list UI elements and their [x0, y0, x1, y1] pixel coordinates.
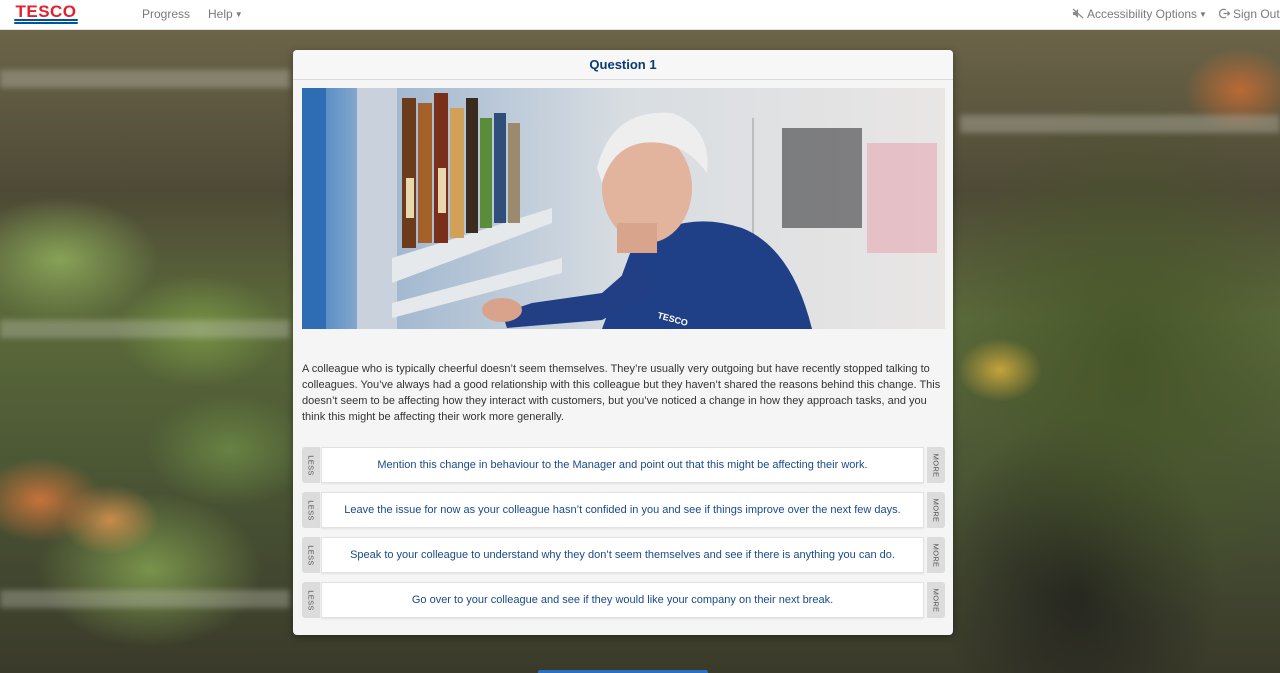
- answer-option: LESS Mention this change in behaviour to…: [302, 447, 945, 483]
- more-button[interactable]: MORE: [927, 447, 945, 483]
- more-label: MORE: [931, 453, 941, 477]
- answer-option-card[interactable]: Speak to your colleague to understand wh…: [321, 537, 924, 573]
- sign-out-icon: [1218, 8, 1231, 19]
- question-title: Question 1: [589, 57, 657, 72]
- sign-out-link[interactable]: Sign Out: [1218, 7, 1280, 21]
- scenario-photo: TESCO: [302, 88, 945, 329]
- less-button[interactable]: LESS: [302, 492, 320, 528]
- accessibility-options-dropdown[interactable]: Accessibility Options ▼: [1072, 7, 1207, 21]
- nav-help-label: Help: [208, 7, 233, 21]
- answer-option-text: Speak to your colleague to understand wh…: [350, 549, 895, 561]
- answer-option: LESS Leave the issue for now as your col…: [302, 492, 945, 528]
- logo-stripes: [14, 19, 78, 25]
- less-label: LESS: [306, 499, 316, 521]
- tesco-logo[interactable]: TESCO: [12, 2, 80, 26]
- answer-option-text: Leave the issue for now as your colleagu…: [344, 504, 901, 516]
- accessibility-label: Accessibility Options: [1087, 7, 1198, 21]
- less-button[interactable]: LESS: [302, 447, 320, 483]
- answer-option: LESS Speak to your colleague to understa…: [302, 537, 945, 573]
- answer-option: LESS Go over to your colleague and see i…: [302, 582, 945, 618]
- nav-progress-label: Progress: [142, 7, 191, 21]
- more-label: MORE: [931, 588, 941, 612]
- less-button[interactable]: LESS: [302, 582, 320, 618]
- less-label: LESS: [306, 544, 316, 566]
- nav-help-dropdown[interactable]: Help ▼: [208, 7, 243, 21]
- nav-progress-link[interactable]: Progress: [142, 7, 190, 21]
- sign-out-label: Sign Out: [1233, 7, 1280, 21]
- more-label: MORE: [931, 498, 941, 522]
- chevron-down-icon: ▼: [234, 10, 243, 19]
- scenario-photo-illustration: TESCO: [302, 88, 945, 329]
- less-label: LESS: [306, 454, 316, 476]
- less-button[interactable]: LESS: [302, 537, 320, 573]
- question-panel: Question 1 TESCO A colleague who is typi…: [293, 50, 953, 635]
- answer-option-card[interactable]: Go over to your colleague and see if the…: [321, 582, 924, 618]
- answer-option-card[interactable]: Mention this change in behaviour to the …: [321, 447, 924, 483]
- top-navbar: TESCO Progress Help ▼ Accessibility Optio…: [0, 0, 1280, 30]
- logo-text: TESCO: [15, 2, 77, 21]
- more-label: MORE: [931, 543, 941, 567]
- scenario-text: A colleague who is typically cheerful do…: [302, 363, 941, 423]
- answer-option-text: Go over to your colleague and see if the…: [411, 594, 834, 606]
- panel-header: Question 1: [293, 50, 953, 80]
- accessibility-icon: [1072, 8, 1084, 19]
- answer-option-card[interactable]: Leave the issue for now as your colleagu…: [321, 492, 924, 528]
- chevron-down-icon: ▼: [1199, 10, 1207, 19]
- more-button[interactable]: MORE: [927, 492, 945, 528]
- answer-option-text: Mention this change in behaviour to the …: [377, 459, 868, 471]
- less-label: LESS: [306, 589, 316, 611]
- more-button[interactable]: MORE: [927, 537, 945, 573]
- more-button[interactable]: MORE: [927, 582, 945, 618]
